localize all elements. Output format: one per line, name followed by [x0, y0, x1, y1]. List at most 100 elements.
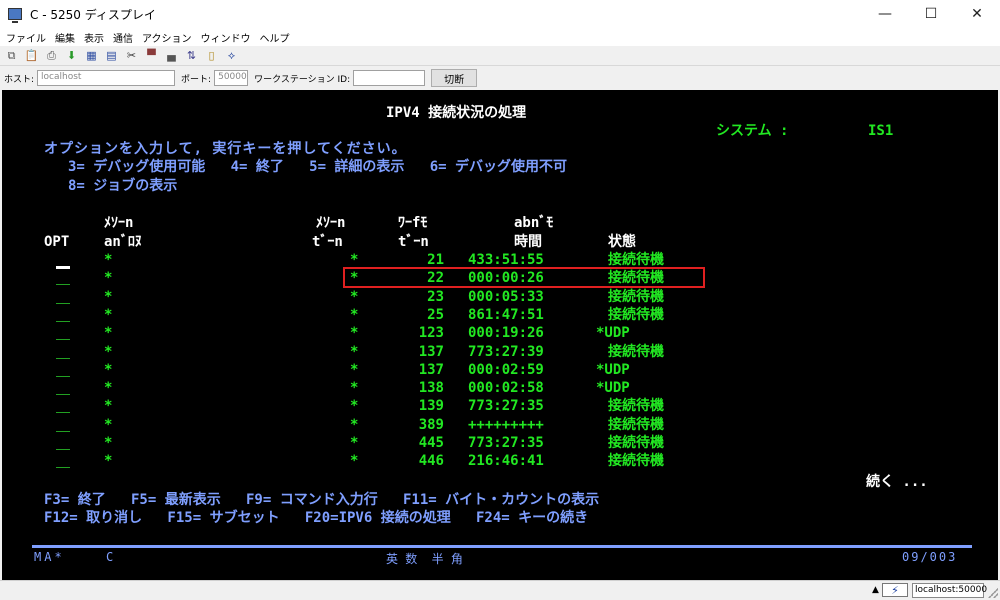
opt-input-field[interactable] — [56, 358, 70, 359]
cell-local-port: 445 — [418, 435, 444, 451]
cell-idle-time: 000:19:26 — [468, 325, 544, 341]
cell-local-port: 25 — [427, 307, 444, 323]
opt-input-field[interactable] — [56, 284, 70, 285]
menu-action[interactable]: アクション — [142, 30, 192, 45]
cell-local-port: 139 — [418, 398, 444, 414]
opt-input-field[interactable] — [56, 449, 70, 450]
menu-file[interactable]: ファイル — [6, 30, 46, 45]
minimize-button[interactable]: — — [862, 0, 908, 28]
opt-input-field[interactable] — [56, 394, 70, 395]
table-icon[interactable]: ▤ — [103, 48, 120, 64]
menu-edit[interactable]: 編集 — [55, 30, 75, 45]
download-icon[interactable]: ⬇ — [63, 48, 80, 64]
status-separator — [32, 545, 972, 548]
menu-help[interactable]: ヘルプ — [260, 30, 290, 45]
cell-state: 接続待機 — [608, 307, 664, 323]
cell-remote-port: * — [350, 435, 359, 451]
cell-remote-address: * — [104, 252, 113, 268]
cell-remote-address: * — [104, 362, 113, 378]
up-arrow-icon[interactable]: ▲ — [872, 585, 879, 595]
cell-local-port: 389 — [418, 417, 444, 433]
cell-remote-port: * — [350, 453, 359, 469]
status-host: localhost:50000 — [912, 583, 987, 598]
cell-remote-address: * — [104, 398, 113, 414]
system-label: システム : — [716, 123, 789, 139]
toolbar: ⧉ 📋 ⎙ ⬇ ▦ ▤ ✂ ▀ ▄ ⇅ ▯ ⟡ — [0, 46, 1000, 66]
send-icon[interactable]: ▀ — [143, 48, 160, 64]
instruction-text: オプションを入力して, 実行キーを押してください。 — [44, 141, 407, 157]
cell-state: *UDP — [596, 380, 630, 396]
menu-view[interactable]: 表示 — [84, 30, 104, 45]
menu-communication[interactable]: 通信 — [113, 30, 133, 45]
cell-remote-address: * — [104, 380, 113, 396]
workstation-id-input[interactable] — [353, 70, 426, 86]
cell-idle-time: 216:46:41 — [468, 453, 544, 469]
opt-input-field[interactable] — [56, 339, 70, 340]
cell-state: *UDP — [596, 362, 630, 378]
cell-state: 接続待機 — [608, 417, 664, 433]
cell-state: 接続待機 — [608, 344, 664, 360]
terminal-screen[interactable]: IPV4 接続状況の処理 システム : IS1 オプションを入力して, 実行キー… — [2, 90, 998, 580]
cell-remote-address: * — [104, 435, 113, 451]
opt-input-field[interactable] — [56, 412, 70, 413]
cell-idle-time: 000:02:58 — [468, 380, 544, 396]
title-bar: C - 5250 ディスプレイ — ☐ ✕ — [0, 0, 1000, 28]
opt-input-field[interactable] — [56, 303, 70, 304]
opt-input-field[interactable] — [56, 376, 70, 377]
cell-remote-address: * — [104, 307, 113, 323]
header-opt: OPT — [44, 234, 70, 250]
cell-remote-port: * — [350, 398, 359, 414]
cell-state: *UDP — [596, 325, 630, 341]
document-icon[interactable]: ▯ — [203, 48, 220, 64]
disconnect-button[interactable]: 切断 — [431, 69, 478, 87]
maximize-button[interactable]: ☐ — [908, 0, 954, 28]
cell-remote-address: * — [104, 344, 113, 360]
cell-idle-time: 000:05:33 — [468, 289, 544, 305]
receive-icon[interactable]: ▄ — [163, 48, 180, 64]
cell-remote-address: * — [104, 417, 113, 433]
help-icon[interactable]: ⟡ — [223, 48, 240, 64]
cell-state: 接続待機 — [608, 435, 664, 451]
macro-icon[interactable]: ✂ — [123, 48, 140, 64]
close-button[interactable]: ✕ — [954, 0, 1000, 28]
host-label: ホスト: — [4, 74, 35, 85]
cell-state: 接続待機 — [608, 289, 664, 305]
opt-input-field[interactable] — [56, 431, 70, 432]
header-local-port-bottom: tﾞｰn — [398, 234, 429, 250]
opt-input-field[interactable] — [56, 321, 70, 322]
screen-icon[interactable]: ▦ — [83, 48, 100, 64]
copy-icon[interactable]: ⧉ — [3, 48, 20, 64]
highlight-box — [343, 267, 705, 288]
host-input[interactable]: localhost — [37, 70, 176, 86]
status-input-mode: 英 数 半 角 — [386, 552, 463, 566]
header-remote-address-bottom: anﾞﾛﾇ — [104, 234, 142, 250]
port-input[interactable]: 50000 — [214, 70, 249, 86]
cell-remote-address: * — [104, 453, 113, 469]
paste-icon[interactable]: 📋 — [23, 48, 40, 64]
cell-idle-time: 773:27:39 — [468, 344, 544, 360]
resize-grip-icon[interactable] — [988, 588, 998, 598]
function-keys-line-1: F3= 終了 F5= 最新表示 F9= コマンド入力行 F11= バイト・カウン… — [44, 492, 600, 508]
cell-local-port: 137 — [418, 362, 444, 378]
terminal-app-icon — [8, 8, 22, 23]
cell-remote-port: * — [350, 417, 359, 433]
cell-idle-time: 773:27:35 — [468, 398, 544, 414]
options-line-2: 8= ジョブの表示 — [68, 178, 178, 194]
print-icon[interactable]: ⎙ — [43, 48, 60, 64]
function-keys-line-2: F12= 取り消し F15= サブセット F20=IPV6 接続の処理 F24=… — [44, 510, 589, 526]
cell-remote-port: * — [350, 307, 359, 323]
header-remote-address-top: ﾒｿｰn — [104, 215, 134, 231]
cell-state: 接続待機 — [608, 398, 664, 414]
opt-input-field[interactable] — [56, 467, 70, 468]
cell-local-port: 138 — [418, 380, 444, 396]
port-label: ポート: — [181, 74, 212, 85]
cell-remote-port: * — [350, 344, 359, 360]
menu-window[interactable]: ウィンドウ — [201, 30, 251, 45]
cell-remote-address: * — [104, 289, 113, 305]
transfer-icon[interactable]: ⇅ — [183, 48, 200, 64]
cursor-position: 09/003 — [902, 550, 958, 564]
header-remote-port-top: ﾒｿｰn — [316, 215, 346, 231]
status-session: C — [106, 550, 114, 564]
cell-idle-time: 773:27:35 — [468, 435, 544, 451]
cell-idle-time: +++++++++ — [468, 417, 544, 433]
